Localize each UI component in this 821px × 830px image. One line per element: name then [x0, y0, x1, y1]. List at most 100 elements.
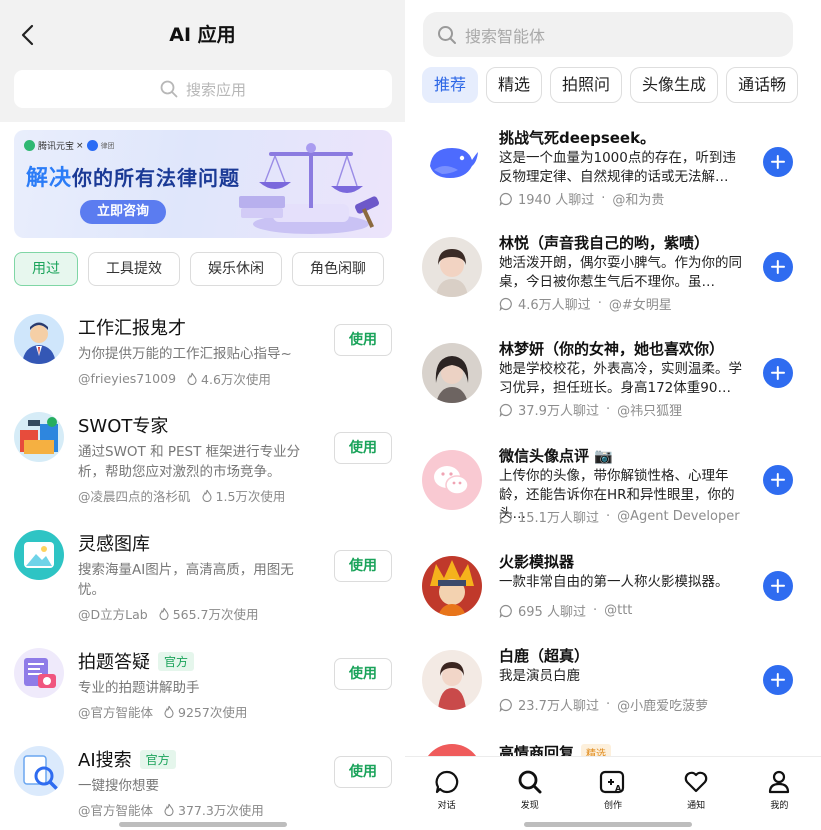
use-button[interactable]: 使用 — [334, 658, 392, 690]
girl-portrait-icon — [422, 237, 482, 297]
meta-separator: · — [605, 697, 611, 712]
tab-recommended[interactable]: 推荐 — [422, 67, 479, 103]
agent-name: 挑战气死deepseek。 — [499, 129, 656, 147]
chat-bubble-icon — [499, 297, 512, 311]
profile-icon — [769, 770, 790, 794]
tab-profile[interactable]: 我的 — [738, 757, 821, 830]
app-name: 拍题答疑 官方 — [78, 648, 195, 674]
agent-name: 林梦妍（你的女神，她也喜欢你） — [499, 340, 725, 358]
agent-meta: 4.6万人聊过 · @#女明星 — [499, 294, 672, 313]
app-list-item[interactable]: AI搜索 官方 一键搜你想要 @官方智能体 377.3万次使用 使用 — [0, 746, 405, 830]
app-list-item[interactable]: 工作汇报鬼才 为你提供万能的工作汇报贴心指导~ @frieyies71009 4… — [0, 314, 405, 424]
app-author: @D立方Lab — [78, 607, 148, 622]
category-tab-used[interactable]: 用过 — [14, 252, 78, 286]
swot-chart-icon — [14, 412, 64, 462]
app-uses: 1.5万次使用 — [215, 489, 286, 504]
agent-author: @小鹿爱吃菠萝 — [617, 699, 709, 714]
tab-discover[interactable]: 发现 — [488, 757, 571, 830]
use-button[interactable]: 使用 — [334, 550, 392, 582]
app-search-input[interactable]: 搜索应用 — [14, 70, 392, 108]
app-list-item[interactable]: SWOT专家 通过SWOT 和 PEST 框架进行专业分析，帮助您应对激烈的市场… — [0, 412, 405, 522]
chat-bubble-icon — [499, 192, 512, 206]
agent-list-item[interactable]: 白鹿（超真） 我是演员白鹿 23.7万人聊过 · @小鹿爱吃菠萝 — [405, 647, 821, 750]
tab-notifications-label: 通知 — [687, 801, 706, 811]
flame-icon — [164, 803, 174, 816]
app-author: @官方智能体 — [78, 803, 154, 818]
left-header: AI 应用 搜索应用 — [0, 0, 405, 122]
tab-notifications[interactable]: 通知 — [655, 757, 738, 830]
search-icon — [160, 80, 178, 98]
agent-desc: 我是演员白鹿 — [499, 668, 580, 684]
app-name-text: AI搜索 — [78, 750, 132, 771]
consult-now-button[interactable]: 立即咨询 — [80, 200, 166, 224]
banner-title-rest: 你的所有法律问题 — [72, 166, 241, 190]
tab-avatar-gen[interactable]: 头像生成 — [630, 67, 719, 103]
agent-list-item[interactable]: 火影模拟器 一款非常自由的第一人称火影模拟器。 695 人聊过 · @ttt — [405, 553, 821, 656]
tab-create-label: 创作 — [603, 801, 622, 811]
official-badge: 官方 — [158, 651, 195, 671]
agent-avatar — [422, 556, 482, 616]
add-agent-button[interactable] — [763, 358, 793, 388]
agent-avatar — [422, 450, 482, 510]
naruto-avatar-icon — [422, 556, 482, 616]
agent-author: @和为贵 — [612, 193, 665, 208]
banner-title: 解决你的所有法律问题 — [26, 160, 240, 192]
app-uses: 4.6万次使用 — [201, 372, 271, 387]
tab-featured[interactable]: 精选 — [486, 67, 543, 103]
agent-search-input[interactable]: 搜索智能体 — [423, 12, 793, 57]
agent-name: 微信头像点评 📷 — [499, 447, 613, 465]
home-indicator — [119, 822, 287, 827]
category-tab-roleplay[interactable]: 角色闲聊 — [292, 252, 384, 286]
ai-search-icon — [14, 746, 64, 796]
app-avatar — [14, 648, 64, 698]
app-name-text: 工作汇报鬼才 — [78, 318, 186, 339]
chat-icon — [435, 770, 458, 794]
use-button[interactable]: 使用 — [334, 756, 392, 788]
add-agent-button[interactable] — [763, 571, 793, 601]
create-ai-icon: AI — [599, 770, 624, 794]
agent-list-item[interactable]: 微信头像点评 📷 上传你的头像，带你解锁性格、心理年龄，还能告诉你在HR和异性眼… — [405, 447, 821, 550]
chat-bubble-icon — [499, 403, 512, 417]
agent-list-item[interactable]: 林梦妍（你的女神，她也喜欢你） 她是学校校花，外表高冷，实则温柔。学习优异，担任… — [405, 340, 821, 443]
agent-list-item[interactable]: 挑战气死deepseek。 这是一个血量为1000点的存在，听到违反物理定律、自… — [405, 129, 821, 232]
tab-photo-ask[interactable]: 拍照问 — [550, 67, 623, 103]
add-agent-button[interactable] — [763, 252, 793, 282]
bottom-tab-bar: 对话 发现 AI 创作 通知 我的 — [405, 756, 821, 830]
app-name: 灵感图库 — [78, 530, 150, 556]
tab-create[interactable]: AI 创作 — [571, 757, 654, 830]
app-avatar — [14, 530, 64, 580]
flame-icon — [164, 705, 174, 718]
agent-author: @祎只狐狸 — [617, 404, 683, 419]
svg-text:AI: AI — [615, 784, 624, 793]
app-author: @frieyies71009 — [78, 371, 177, 386]
agent-name: 火影模拟器 — [499, 553, 575, 571]
app-desc: 为你提供万能的工作汇报贴心指导~ — [78, 346, 292, 362]
agent-avatar — [422, 343, 482, 403]
use-button[interactable]: 使用 — [334, 324, 392, 356]
use-button[interactable]: 使用 — [334, 432, 392, 464]
right-panel: 搜索智能体 推荐 精选 拍照问 头像生成 通话畅 挑战气死deepseek。 这… — [405, 0, 821, 830]
agent-chat-count: 695 人聊过 — [518, 605, 586, 620]
app-list-item[interactable]: 拍题答疑 官方 专业的拍题讲解助手 @官方智能体 9257次使用 使用 — [0, 648, 405, 758]
add-agent-button[interactable] — [763, 465, 793, 495]
agent-desc: 一款非常自由的第一人称火影模拟器。 — [499, 574, 729, 590]
agent-list-item[interactable]: 林悦（声音我自己的哟，紫啧） 她活泼开朗，偶尔耍小脾气。作为你的同桌，今日被你惹… — [405, 234, 821, 337]
app-uses: 377.3万次使用 — [178, 803, 264, 818]
app-list-item[interactable]: 灵感图库 搜索海量AI图片，高清高质，用图无忧。 @D立方Lab 565.7万次… — [0, 530, 405, 640]
category-tabs: 用过 工具提效 娱乐休闲 角色闲聊 — [14, 252, 384, 288]
legal-promo-banner[interactable]: 腾讯元宝 × 律团 解决你的所有法律问题 立即咨询 — [14, 130, 392, 238]
tab-discover-label: 发现 — [520, 801, 539, 811]
category-tab-entertainment[interactable]: 娱乐休闲 — [190, 252, 282, 286]
businessman-avatar-icon — [14, 314, 64, 364]
tab-chat[interactable]: 对话 — [405, 757, 488, 830]
page-title: AI 应用 — [169, 24, 236, 46]
add-agent-button[interactable] — [763, 147, 793, 177]
category-tab-tools[interactable]: 工具提效 — [88, 252, 180, 286]
agent-chat-count: 4.6万人聊过 — [518, 298, 591, 313]
agent-author: @#女明星 — [608, 298, 672, 313]
chat-bubble-icon — [499, 510, 512, 524]
add-agent-button[interactable] — [763, 665, 793, 695]
banner-brand: 腾讯元宝 × 律团 — [24, 139, 115, 152]
tab-call[interactable]: 通话畅 — [726, 67, 799, 103]
banner-title-highlight: 解决 — [26, 166, 73, 191]
